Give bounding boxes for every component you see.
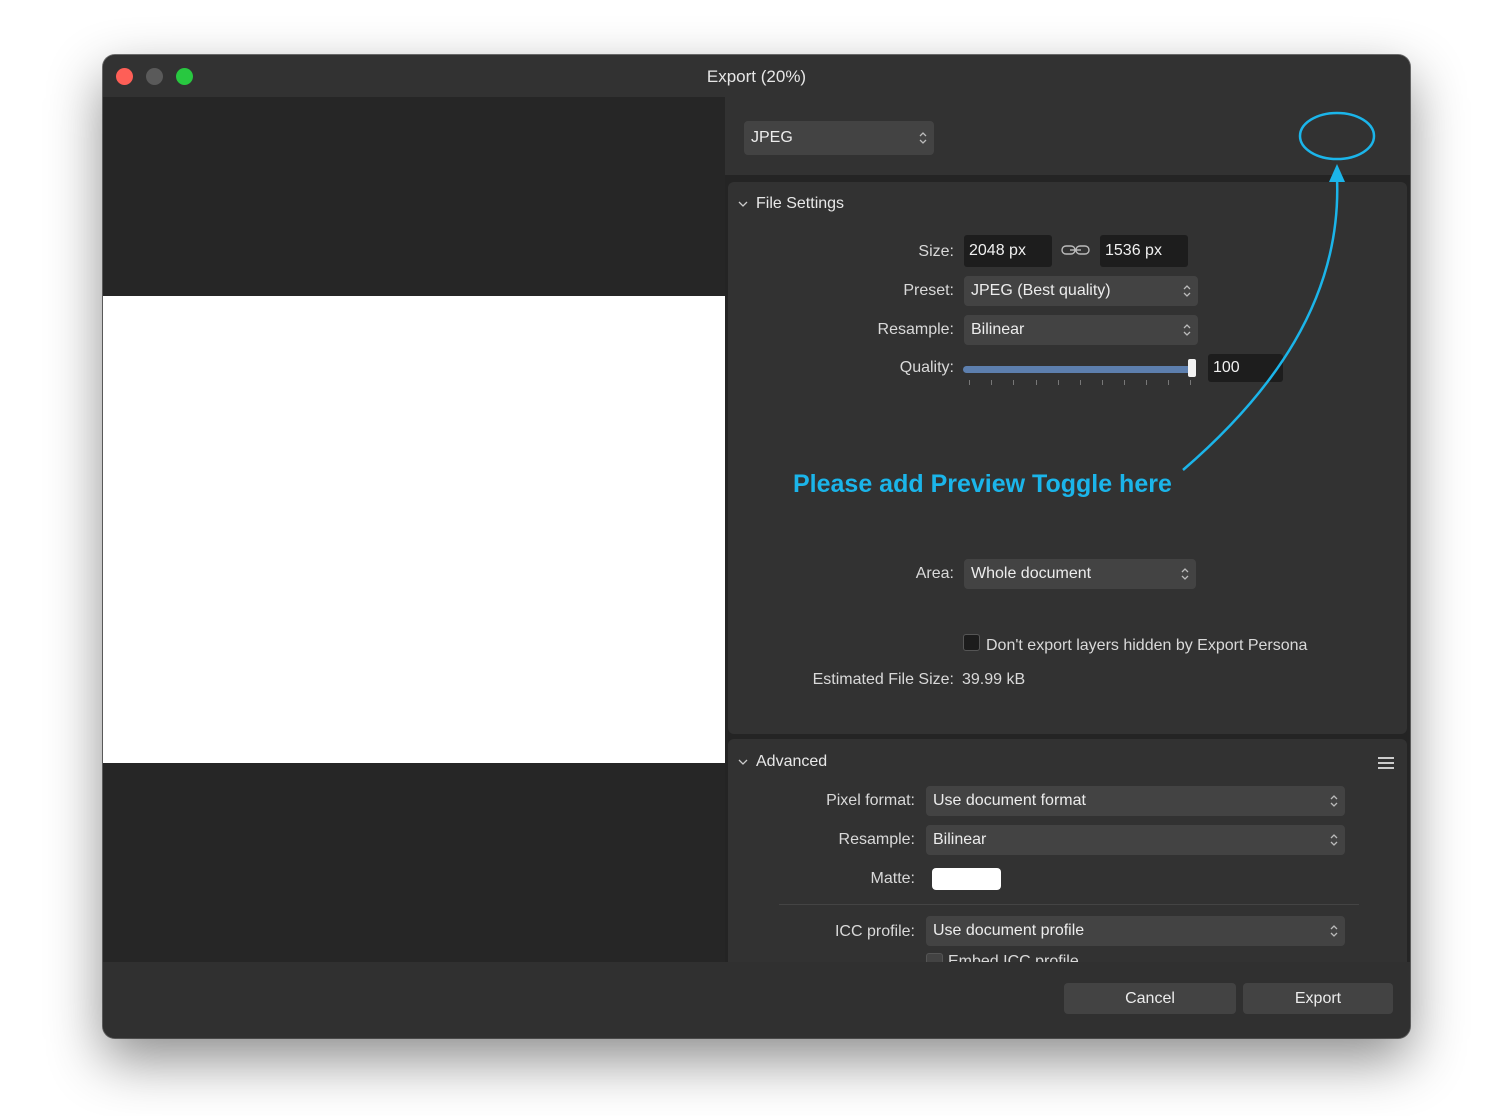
chevron-updown-icon [919, 132, 927, 144]
resample-select[interactable]: Bilinear [964, 315, 1198, 345]
area-select-value: Whole document [971, 565, 1092, 582]
slider-tick [1190, 380, 1191, 385]
pixel-format-value: Use document format [933, 792, 1086, 809]
disclosure-icon [738, 201, 748, 207]
advanced-resample-value: Bilinear [933, 831, 987, 848]
format-select[interactable]: JPEG [744, 121, 934, 155]
area-select[interactable]: Whole document [964, 559, 1196, 589]
disclosure-icon [738, 759, 748, 765]
chevron-updown-icon [1330, 834, 1338, 846]
hidden-layers-checkbox[interactable] [963, 634, 980, 651]
slider-tick [969, 380, 970, 385]
hidden-layers-label: Don't export layers hidden by Export Per… [986, 637, 1308, 654]
window-title: Export (20%) [706, 67, 807, 86]
matte-label: Matte: [870, 870, 915, 887]
icc-profile-value: Use document profile [933, 922, 1085, 939]
quality-slider[interactable] [963, 366, 1193, 373]
slider-tick [1013, 380, 1014, 385]
slider-tick [991, 380, 992, 385]
advanced-resample-label: Resample: [838, 831, 915, 848]
pixel-format-label: Pixel format: [826, 792, 915, 809]
file-settings-header[interactable]: File Settings [738, 195, 844, 213]
preview-pane [103, 97, 725, 962]
slider-tick [1058, 380, 1059, 385]
slider-tick [1036, 380, 1037, 385]
advanced-resample-select[interactable]: Bilinear [926, 825, 1345, 855]
format-bar: JPEG [725, 97, 1410, 175]
resample-select-value: Bilinear [971, 321, 1025, 338]
size-label: Size: [918, 243, 954, 260]
quality-slider-thumb[interactable] [1188, 359, 1196, 377]
height-field[interactable]: 1536 px [1100, 235, 1188, 267]
slider-tick [1080, 380, 1081, 385]
estimated-size-value: 39.99 kB [962, 671, 1026, 688]
preview-canvas [103, 296, 725, 763]
quality-value-field[interactable]: 100 [1208, 354, 1283, 382]
matte-color-swatch[interactable] [932, 868, 1001, 890]
slider-tick [1102, 380, 1103, 385]
area-label: Area: [915, 565, 954, 582]
embed-icc-label: Embed ICC profile [948, 953, 1079, 962]
format-select-value: JPEG [751, 129, 793, 146]
link-icon[interactable] [1061, 243, 1091, 257]
annotation-text: Please add Preview Toggle here [793, 470, 1172, 498]
export-dialog: Export (20%) JPEG File Settings Size: 20… [103, 55, 1410, 1038]
chevron-updown-icon [1330, 795, 1338, 807]
section-divider [779, 904, 1359, 905]
advanced-title: Advanced [756, 753, 828, 770]
chevron-updown-icon [1181, 568, 1189, 580]
icc-profile-label: ICC profile: [834, 923, 915, 940]
icc-profile-select[interactable]: Use document profile [926, 916, 1345, 946]
advanced-header[interactable]: Advanced [738, 753, 827, 771]
file-settings-section: File Settings Size: 2048 px 1536 px Pres… [728, 182, 1407, 734]
file-settings-title: File Settings [756, 195, 845, 212]
chevron-updown-icon [1183, 285, 1191, 297]
cancel-button[interactable]: Cancel [1064, 983, 1236, 1014]
slider-tick [1168, 380, 1169, 385]
export-button[interactable]: Export [1243, 983, 1393, 1014]
resample-label: Resample: [877, 321, 954, 338]
slider-tick [1124, 380, 1125, 385]
embed-icc-checkbox[interactable] [926, 953, 943, 962]
preset-select-value: JPEG (Best quality) [971, 282, 1111, 299]
chevron-updown-icon [1330, 925, 1338, 937]
slider-tick [1146, 380, 1147, 385]
preset-select[interactable]: JPEG (Best quality) [964, 276, 1198, 306]
hamburger-menu-icon[interactable] [1378, 756, 1394, 770]
estimated-size-label: Estimated File Size: [812, 671, 954, 688]
quality-label: Quality: [899, 359, 954, 376]
button-bar: Cancel Export [103, 962, 1410, 1038]
title-bar: Export (20%) [103, 55, 1410, 97]
settings-pane: JPEG File Settings Size: 2048 px 1536 px… [725, 97, 1410, 962]
advanced-section: Advanced Pixel format: Use document form… [728, 739, 1407, 962]
width-field[interactable]: 2048 px [964, 235, 1052, 267]
chevron-updown-icon [1183, 324, 1191, 336]
preset-label: Preset: [903, 282, 954, 299]
pixel-format-select[interactable]: Use document format [926, 786, 1345, 816]
